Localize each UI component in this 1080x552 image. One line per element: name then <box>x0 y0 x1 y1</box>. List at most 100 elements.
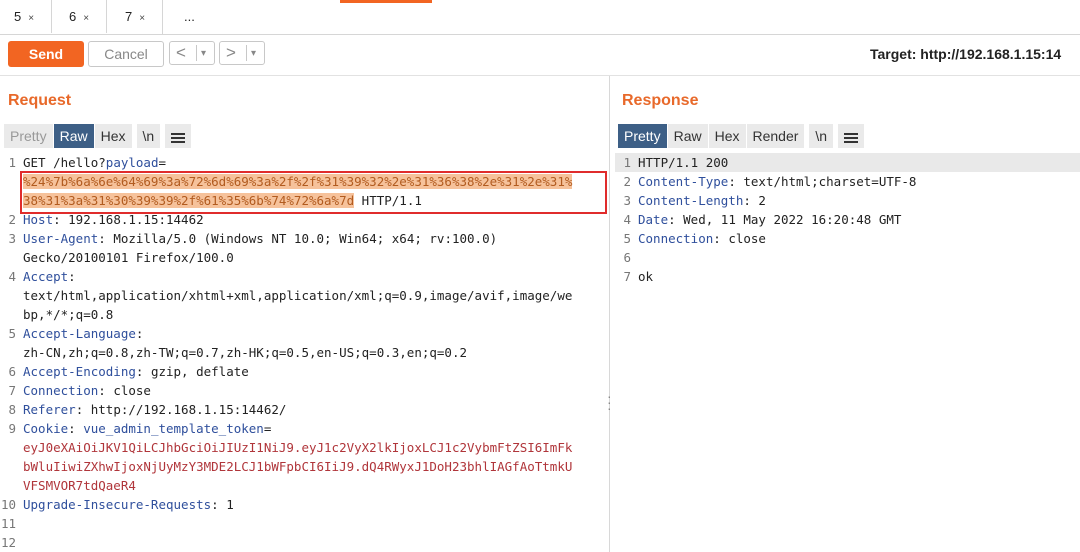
line-number: 4 <box>8 269 16 284</box>
line-text: bp,*/*;q=0.8 <box>23 307 114 322</box>
line-number: 4 <box>623 212 631 227</box>
line-text: Date: Wed, 11 May 2022 16:20:48 GMT <box>638 212 902 227</box>
code-line: 8 Referer: http://192.168.1.15:14462/ <box>0 400 608 419</box>
code-line: 7 Connection: close <box>0 381 608 400</box>
chevron-down-icon[interactable]: ▾ <box>201 44 206 64</box>
line-text: Content-Type: text/html;charset=UTF-8 <box>638 174 917 189</box>
close-icon[interactable]: × <box>139 13 145 24</box>
code-line: 5 Connection: close <box>615 229 1080 248</box>
line-text: Content-Length: 2 <box>638 193 766 208</box>
tab-raw[interactable]: Raw <box>667 124 708 148</box>
code-line: 12 <box>0 533 608 552</box>
target-label[interactable]: Target: http://192.168.1.15:14 <box>870 46 1061 62</box>
toolbar: Send Cancel < ▾ > ▾ Target: http://192.1… <box>0 35 1080 76</box>
line-number: 6 <box>8 364 16 379</box>
code-line: Gecko/20100101 Firefox/100.0 <box>0 248 608 267</box>
close-icon[interactable]: × <box>28 13 34 24</box>
code-line: bWluIiwiZXhwIjoxNjUyMzY3MDE2LCJ1bWFpbCI6… <box>0 457 608 476</box>
request-title: Request <box>8 92 72 109</box>
tab-pretty[interactable]: Pretty <box>618 124 667 148</box>
history-back-button[interactable]: < ▾ <box>169 41 215 65</box>
cancel-button[interactable]: Cancel <box>88 41 164 67</box>
code-line: 1 GET /hello?payload= <box>0 153 608 172</box>
tab-hex[interactable]: Hex <box>94 124 132 148</box>
newline-toggle[interactable]: \n <box>136 124 161 148</box>
code-line: 2 Content-Type: text/html;charset=UTF-8 <box>615 172 1080 191</box>
line-text: User-Agent: Mozilla/5.0 (Windows NT 10.0… <box>23 231 498 246</box>
code-line: 1 HTTP/1.1 200 <box>615 153 1080 172</box>
code-line: bp,*/*;q=0.8 <box>0 305 608 324</box>
menu-button[interactable] <box>165 124 192 148</box>
repeater-tab-6[interactable]: 6 × <box>55 0 107 33</box>
line-number: 1 <box>623 155 631 170</box>
code-line: 6 Accept-Encoding: gzip, deflate <box>0 362 608 381</box>
line-text: Upgrade-Insecure-Requests: 1 <box>23 497 234 512</box>
code-line: 4 Accept: <box>0 267 608 286</box>
line-text: HTTP/1.1 200 <box>638 155 729 170</box>
history-forward-button[interactable]: > ▾ <box>219 41 265 65</box>
cookie-value: eyJ0eXAiOiJKV1QiLCJhbGciOiJIUzI1NiJ9.eyJ… <box>23 440 573 455</box>
request-view-tabs: Pretty Raw Hex \n <box>4 124 192 148</box>
code-line: 10 Upgrade-Insecure-Requests: 1 <box>0 495 608 514</box>
line-number: 12 <box>0 535 16 550</box>
code-line: 6 <box>615 248 1080 267</box>
line-number: 2 <box>8 212 16 227</box>
send-button[interactable]: Send <box>8 41 84 67</box>
cookie-value: VFSMVOR7tdQaeR4 <box>23 478 136 493</box>
line-number: 2 <box>623 174 631 189</box>
hamburger-icon <box>844 133 859 143</box>
line-text: Connection: close <box>638 231 766 246</box>
close-icon[interactable]: × <box>83 13 89 24</box>
cookie-value: bWluIiwiZXhwIjoxNjUyMzY3MDE2LCJ1bWFpbCI6… <box>23 459 573 474</box>
splitter-handle-icon[interactable]: · · · <box>607 389 612 415</box>
chevron-left-icon: < <box>176 43 186 62</box>
chevron-right-icon: > <box>226 43 236 62</box>
code-line: 7 ok <box>615 267 1080 286</box>
code-line: VFSMVOR7tdQaeR4 <box>0 476 608 495</box>
line-number: 7 <box>8 383 16 398</box>
repeater-tab-5[interactable]: 5 × <box>0 0 52 33</box>
menu-button[interactable] <box>838 124 865 148</box>
line-number: 11 <box>0 516 16 531</box>
tab-label: 5 <box>14 9 22 24</box>
line-text: zh-CN,zh;q=0.8,zh-TW;q=0.7,zh-HK;q=0.5,e… <box>23 345 468 360</box>
repeater-tab-7[interactable]: 7 × <box>111 0 163 34</box>
tab-label: 7 <box>125 9 133 24</box>
line-number: 3 <box>8 231 16 246</box>
response-title: Response <box>622 92 699 109</box>
code-line: 11 <box>0 514 608 533</box>
chevron-down-icon[interactable]: ▾ <box>251 44 256 64</box>
payload-highlight-box <box>20 171 607 214</box>
response-viewer[interactable]: 1 HTTP/1.1 200 2 Content-Type: text/html;c… <box>615 153 1080 286</box>
tab-label: 6 <box>69 9 77 24</box>
line-text: Gecko/20100101 Firefox/100.0 <box>23 250 234 265</box>
line-number: 5 <box>623 231 631 246</box>
code-line: text/html,application/xhtml+xml,applicat… <box>0 286 608 305</box>
line-text: Connection: close <box>23 383 151 398</box>
tab-hex[interactable]: Hex <box>708 124 746 148</box>
divider <box>246 45 247 61</box>
repeater-tab-bar: 5 × 6 × 7 × ... <box>0 0 1080 35</box>
tab-render[interactable]: Render <box>746 124 805 148</box>
line-text: Accept-Language: <box>23 326 144 341</box>
tab-raw[interactable]: Raw <box>53 124 94 148</box>
code-line: 3 Content-Length: 2 <box>615 191 1080 210</box>
line-text: Cookie: vue_admin_template_token= <box>23 421 272 436</box>
response-view-tabs: Pretty Raw Hex Render \n <box>618 124 865 148</box>
line-number: 5 <box>8 326 16 341</box>
hamburger-icon <box>171 133 186 143</box>
line-text: Referer: http://192.168.1.15:14462/ <box>23 402 287 417</box>
code-line: 3 User-Agent: Mozilla/5.0 (Windows NT 10.… <box>0 229 608 248</box>
divider <box>196 45 197 61</box>
line-number: 7 <box>623 269 631 284</box>
response-body: ok <box>638 269 654 284</box>
tab-pretty[interactable]: Pretty <box>4 124 53 148</box>
line-number: 9 <box>8 421 16 436</box>
newline-toggle[interactable]: \n <box>809 124 834 148</box>
line-number: 3 <box>623 193 631 208</box>
active-tab-indicator <box>340 0 432 3</box>
line-text: GET /hello?payload= <box>23 155 167 170</box>
line-text: Accept-Encoding: gzip, deflate <box>23 364 249 379</box>
pane-splitter[interactable] <box>609 76 610 552</box>
new-tab-button[interactable]: ... <box>184 0 195 33</box>
